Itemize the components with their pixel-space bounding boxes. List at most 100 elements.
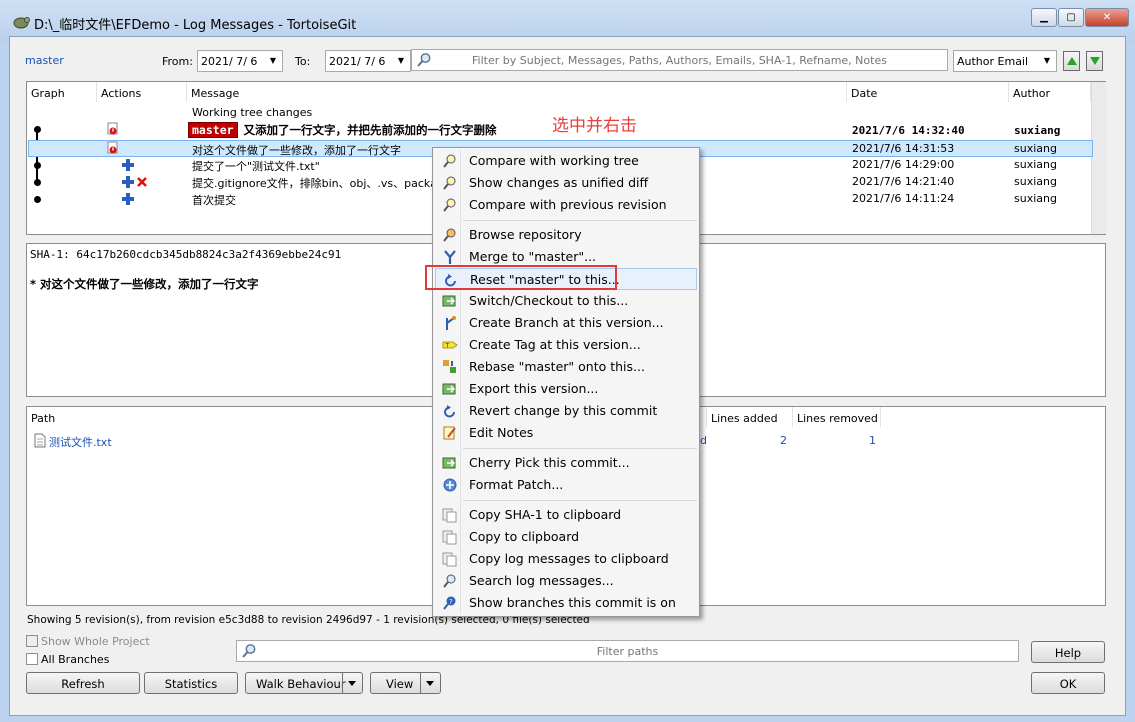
column-date[interactable]: Date [847, 82, 1009, 102]
menu-item-show-branches[interactable]: ? Show branches this commit is on [435, 592, 697, 614]
to-date-picker[interactable]: 2021/ 7/ 6 ▼ [325, 50, 411, 72]
log-filter [411, 49, 948, 71]
context-menu: Compare with working tree Show changes a… [432, 147, 700, 617]
menu-item-unified-diff[interactable]: Show changes as unified diff [435, 172, 697, 194]
commit-message: 对这个文件做了一些修改，添加了一行文字 [192, 144, 401, 157]
filter-field-value: Author Email [957, 55, 1029, 68]
next-button[interactable] [1086, 51, 1103, 71]
commit-author: suxiang [1014, 158, 1057, 171]
commit-message: 提交.gitignore文件，排除bin、obj、.vs、packag [192, 177, 444, 190]
export-icon [442, 383, 456, 395]
menu-item-create-tag[interactable]: T Create Tag at this version... [435, 334, 697, 356]
branch-link[interactable]: master [25, 54, 64, 67]
commit-date: 2021/7/6 14:29:00 [852, 158, 955, 171]
menu-item-rebase[interactable]: Rebase "master" onto this... [435, 356, 697, 378]
working-tree-label: Working tree changes [192, 106, 313, 119]
menu-item-edit-notes[interactable]: Edit Notes [435, 422, 697, 444]
chevron-down-icon[interactable] [420, 673, 440, 693]
walk-behaviour-label: Walk Behaviour [256, 677, 346, 691]
column-actions[interactable]: Actions [97, 82, 187, 102]
menu-item-switch-checkout[interactable]: Switch/Checkout to this... [435, 290, 697, 312]
close-icon: ✕ [1102, 12, 1112, 23]
menu-item-create-branch[interactable]: Create Branch at this version... [435, 312, 697, 334]
menu-item-label: Format Patch... [469, 477, 564, 492]
all-branches-checkbox[interactable] [26, 653, 38, 665]
menu-item-format-patch[interactable]: Format Patch... [435, 474, 697, 496]
menu-item-browse-repository[interactable]: Browse repository [435, 224, 697, 246]
menu-item-export[interactable]: Export this version... [435, 378, 697, 400]
search-icon[interactable] [416, 52, 432, 68]
added-icon [122, 176, 134, 188]
added-icon [122, 193, 134, 205]
merge-icon [444, 250, 456, 264]
commit-message-detail: * 对这个文件做了一些修改，添加了一行文字 [30, 277, 259, 291]
show-whole-project-label: Show Whole Project [41, 635, 150, 648]
modified-icon [107, 141, 118, 154]
minimize-button[interactable]: ▁ [1031, 8, 1057, 27]
menu-item-compare-previous[interactable]: Compare with previous revision [435, 194, 697, 216]
chevron-down-icon: ▼ [397, 56, 405, 65]
tag-icon: T [442, 341, 458, 350]
menu-separator [463, 220, 697, 221]
view-button[interactable]: View [370, 672, 441, 694]
cherry-pick-icon [442, 457, 456, 469]
arrow-up-icon [1066, 57, 1077, 65]
menu-item-label: Show branches this commit is on [469, 595, 676, 610]
menu-item-compare-working-tree[interactable]: Compare with working tree [435, 150, 697, 172]
column-graph[interactable]: Graph [27, 82, 97, 102]
lines-removed-value: 1 [869, 434, 876, 447]
minimize-icon: ▁ [1040, 12, 1048, 23]
menu-item-cherry-pick[interactable]: Cherry Pick this commit... [435, 452, 697, 474]
scrollbar[interactable] [1091, 82, 1106, 234]
menu-item-label: Export this version... [469, 381, 599, 396]
search-icon [443, 574, 456, 588]
walk-behaviour-button[interactable]: Walk Behaviour [245, 672, 363, 694]
annotation-text: 选中并右击 [552, 116, 637, 136]
ok-button[interactable]: OK [1031, 672, 1105, 694]
menu-item-label: Compare with working tree [469, 153, 639, 168]
menu-item-copy-sha[interactable]: Copy SHA-1 to clipboard [435, 504, 697, 526]
chevron-down-icon: ▼ [269, 56, 277, 65]
help-button[interactable]: Help [1031, 641, 1105, 663]
column-lines-removed[interactable]: Lines removed [793, 407, 881, 427]
path-filter-input[interactable] [237, 641, 1018, 661]
modified-icon [107, 122, 118, 135]
branch-tag-master: master [188, 122, 238, 138]
commit-message: 提交了一个"测试文件.txt" [192, 160, 320, 173]
from-date-picker[interactable]: 2021/ 7/ 6 ▼ [197, 50, 283, 72]
previous-button[interactable] [1063, 51, 1080, 71]
menu-item-search-log[interactable]: Search log messages... [435, 570, 697, 592]
statistics-button[interactable]: Statistics [144, 672, 238, 694]
copy-icon [442, 508, 457, 523]
search-icon[interactable] [241, 643, 257, 659]
all-branches-label: All Branches [41, 653, 110, 666]
menu-item-label: Copy log messages to clipboard [469, 551, 669, 566]
diff-icon [443, 176, 456, 190]
commit-date: 2021/7/6 14:32:40 [852, 124, 965, 137]
chevron-down-icon[interactable] [342, 673, 362, 693]
branch-icon [446, 316, 456, 330]
deleted-icon [137, 177, 147, 187]
menu-item-copy-log-messages[interactable]: Copy log messages to clipboard [435, 548, 697, 570]
column-lines-added[interactable]: Lines added [707, 407, 793, 427]
window-title: D:\_临时文件\EFDemo - Log Messages - Tortois… [34, 18, 357, 33]
log-filter-input[interactable] [412, 50, 947, 70]
show-whole-project-checkbox[interactable] [26, 635, 38, 647]
svg-text:T: T [445, 343, 450, 350]
to-label: To: [295, 55, 311, 68]
column-author[interactable]: Author [1009, 82, 1091, 102]
maximize-button[interactable]: ▢ [1058, 8, 1084, 27]
arrow-down-icon [1089, 57, 1100, 65]
close-button[interactable]: ✕ [1085, 8, 1129, 27]
menu-item-revert[interactable]: Revert change by this commit [435, 400, 697, 422]
column-message[interactable]: Message [187, 82, 847, 102]
commit-date: 2021/7/6 14:21:40 [852, 175, 955, 188]
filter-field-select[interactable]: Author Email ▼ [953, 50, 1057, 72]
menu-item-copy-clipboard[interactable]: Copy to clipboard [435, 526, 697, 548]
browse-icon [443, 228, 456, 242]
menu-item-label: Rebase "master" onto this... [469, 359, 645, 374]
branches-icon: ? [443, 596, 456, 610]
menu-item-label: Merge to "master"... [469, 249, 597, 264]
refresh-button[interactable]: Refresh [26, 672, 140, 694]
file-status: d [700, 434, 707, 447]
